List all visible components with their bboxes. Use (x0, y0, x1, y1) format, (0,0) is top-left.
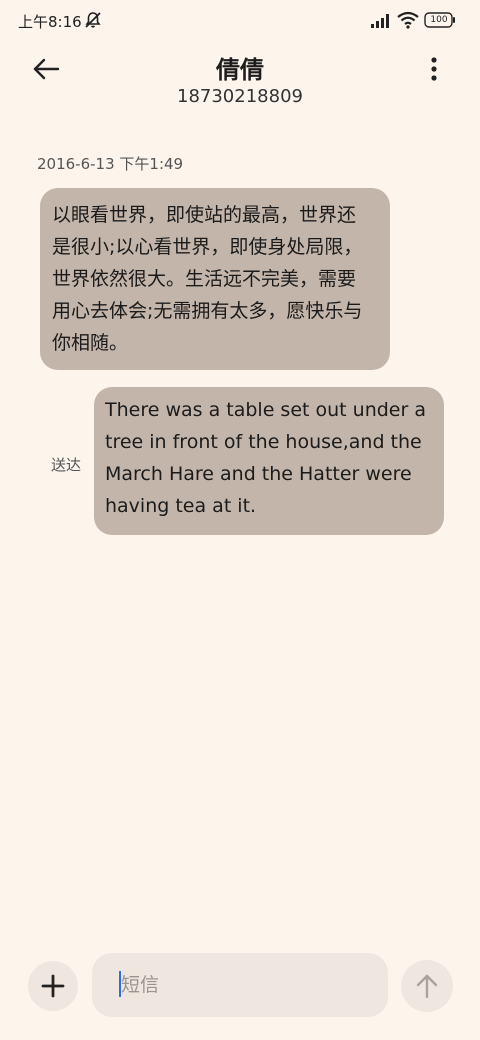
message-line: 是很小;以心看世界，即使身处局限， (52, 236, 363, 258)
outgoing-message-bubble[interactable]: There was a table set out under a tree i… (94, 387, 444, 535)
message-line: tree in front of the house,and the (105, 431, 422, 453)
mute-icon (85, 12, 101, 28)
delivery-status: 送达 (51, 456, 82, 474)
signal-icon (371, 14, 389, 28)
wifi-icon (397, 11, 419, 29)
message-line: 你相随。 (52, 332, 129, 354)
contact-number: 18730218809 (177, 86, 303, 107)
message-line: having tea at it. (105, 495, 257, 517)
status-bar: 上午8:16 100 (0, 0, 480, 40)
message-line: There was a table set out under a (105, 399, 426, 421)
contact-name: 倩倩 (216, 56, 264, 84)
message-input[interactable] (121, 966, 371, 1004)
message-line: 用心去体会;无需拥有太多，愿快乐与 (52, 300, 363, 322)
more-vertical-icon (431, 57, 437, 81)
battery-level: 100 (430, 15, 448, 25)
incoming-message-bubble[interactable]: 以眼看世界，即使站的最高，世界还 是很小;以心看世界，即使身处局限， 世界依然很… (40, 188, 390, 370)
message-line: March Hare and the Hatter were (105, 463, 412, 485)
send-button[interactable] (401, 960, 453, 1012)
more-options-button[interactable] (418, 52, 450, 86)
message-line: 世界依然很大。生活远不完美，需要 (52, 268, 357, 290)
status-time: 上午8:16 (18, 13, 82, 31)
message-line: 以眼看世界，即使站的最高，世界还 (52, 204, 357, 226)
plus-icon (41, 974, 65, 998)
send-arrow-up-icon (416, 974, 438, 999)
add-attachment-button[interactable] (28, 961, 78, 1011)
messaging-screen: 上午8:16 100 倩倩 18730218809 2016-6-13 下午1:… (0, 0, 480, 1040)
message-timestamp: 2016-6-13 下午1:49 (37, 155, 184, 173)
